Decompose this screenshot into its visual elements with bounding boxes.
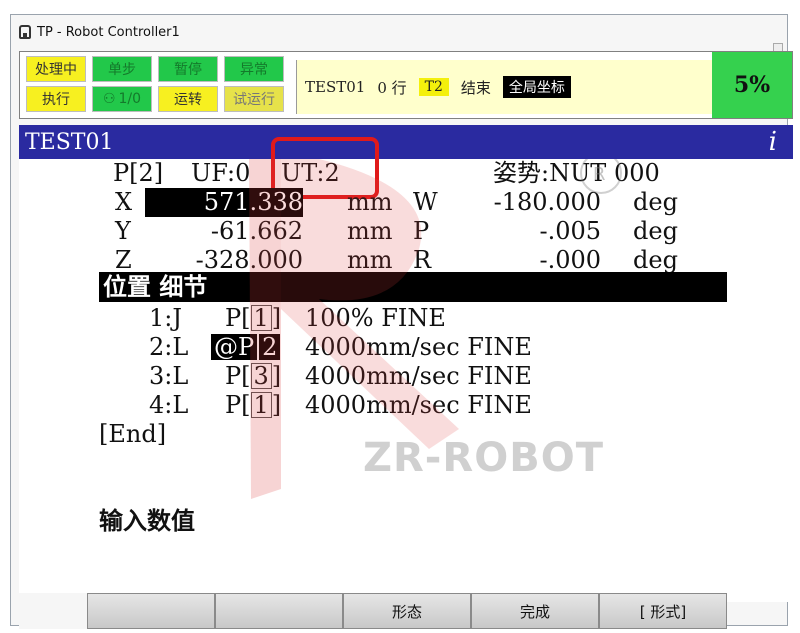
led-prod: 运转	[158, 86, 218, 112]
override-percent[interactable]: 5%	[712, 52, 792, 118]
input-prompt: 输入数值	[99, 507, 195, 535]
led-io: ⚇ 1/0	[92, 86, 152, 112]
led-fault: 异常	[224, 56, 284, 82]
fkey-f4-done[interactable]: 完成	[471, 593, 599, 629]
led-run: 执行	[26, 86, 86, 112]
status-line: 0 行	[377, 78, 407, 97]
fkey-f3-config[interactable]: 形态	[343, 593, 471, 629]
fkey-f1[interactable]	[87, 593, 215, 629]
led-test: 试运行	[224, 86, 284, 112]
title-bar: TP - Robot Controller1	[11, 15, 787, 49]
program-name: TEST01	[25, 129, 114, 155]
mode-badge: T2	[418, 78, 449, 96]
status-panel: 处理中 单步 暂停 异常 执行 ⚇ 1/0 运转 试运行 TEST01 0 行 …	[19, 51, 793, 119]
led-step: 单步	[92, 56, 152, 82]
program-title-bar: TEST01 i	[19, 125, 793, 159]
coord-badge: 全局坐标	[502, 76, 571, 98]
fkey-f5-format[interactable]: [ 形式]	[599, 593, 727, 629]
fkey-spacer	[19, 593, 87, 629]
status-message: TEST01 0 行 T2 结束 全局坐标	[296, 60, 712, 114]
fkey-f2[interactable]	[215, 593, 343, 629]
led-busy: 处理中	[26, 56, 86, 82]
io-icon: ⚇	[102, 91, 116, 107]
function-key-bar: 形态 完成 [ 形式]	[19, 593, 793, 629]
teach-pendant-window: TP - Robot Controller1 处理中 单步 暂停 异常 执行 ⚇…	[10, 14, 793, 629]
pendant-icon	[19, 25, 31, 39]
watermark-text: ZR-ROBOT	[363, 435, 604, 481]
led-io-label: 1/0	[118, 91, 142, 107]
info-icon[interactable]: i	[769, 127, 777, 157]
position-detail-screen: P[2] UF:0 UT:2 姿势:NUT 000 X 571.338 mm W…	[19, 137, 793, 602]
status-state: 结束	[460, 78, 491, 97]
status-program: TEST01	[305, 78, 366, 96]
led-hold: 暂停	[158, 56, 218, 82]
svg-text:R: R	[593, 164, 606, 185]
window-title: TP - Robot Controller1	[37, 24, 180, 40]
